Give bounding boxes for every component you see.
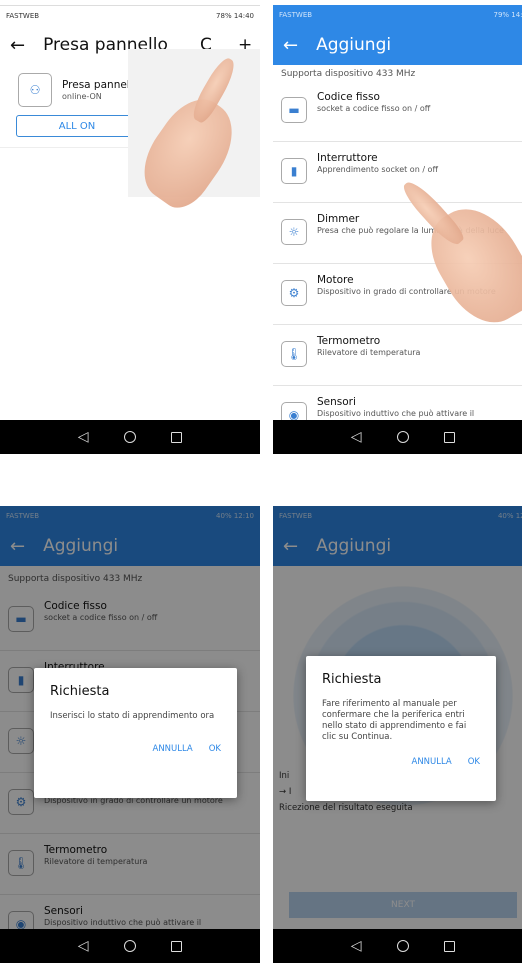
nav-recent-icon[interactable] <box>444 940 456 952</box>
nav-home-icon[interactable] <box>123 431 136 443</box>
nav-bar: ◁ <box>0 420 260 454</box>
carrier: FASTWEB <box>279 11 313 19</box>
dialog-actions: ANNULLA OK <box>322 757 481 767</box>
dialog-title: Richiesta <box>322 672 382 687</box>
nav-back-icon[interactable]: ◁ <box>78 938 89 954</box>
screen-add-dialog: FASTWEB 40% 12:10 ← Aggiungi Supporta di… <box>0 506 260 963</box>
status-info: 78% 14:40 <box>216 11 254 20</box>
nav-back-icon[interactable]: ◁ <box>351 938 362 954</box>
screen-device: FASTWEB 78% 14:40 ← Presa pannello C + ⚇… <box>0 5 260 478</box>
toolbar: ← Aggiungi <box>273 25 522 65</box>
nav-recent-icon[interactable] <box>171 431 183 443</box>
carrier: FASTWEB <box>6 11 40 20</box>
screen-add-list: FASTWEB 79% 14:4 ← Aggiungi Supporta dis… <box>273 5 522 478</box>
dialog-actions: ANNULLA OK <box>50 744 222 754</box>
back-arrow-icon[interactable]: ← <box>10 35 25 56</box>
status-info: 79% 14:4 <box>493 11 522 19</box>
dialog-message: Inserisci lo stato di apprendimento ora <box>50 711 215 721</box>
ok-button[interactable]: OK <box>209 744 221 754</box>
dialog-title: Richiesta <box>50 684 110 699</box>
dialog-message: Fare riferimento al manuale per conferma… <box>322 699 467 743</box>
nav-bar: ◁ <box>0 929 260 963</box>
hand-overlay <box>128 49 260 218</box>
status-bar: FASTWEB 79% 14:4 <box>273 5 522 25</box>
item-desc: Apprendimento socket on / off <box>317 165 438 174</box>
item-title: Termometro <box>317 335 381 347</box>
item-desc: Rilevatore di temperatura <box>317 348 421 357</box>
hand-image <box>128 86 250 218</box>
motor-icon: ⚙ <box>281 280 307 306</box>
request-dialog: Richiesta Inserisci lo stato di apprendi… <box>34 668 237 798</box>
bulb-icon: ☼ <box>281 219 307 245</box>
cancel-button[interactable]: ANNULLA <box>412 757 452 767</box>
back-arrow-icon[interactable]: ← <box>283 35 298 56</box>
nav-back-icon[interactable]: ◁ <box>351 429 362 445</box>
ok-button[interactable]: OK <box>468 757 480 767</box>
socket-icon: ⚇ <box>18 73 52 107</box>
nav-home-icon[interactable] <box>396 940 409 952</box>
nav-bar: ◁ <box>273 929 522 963</box>
nav-recent-icon[interactable] <box>171 940 183 952</box>
item-title: Codice fisso <box>317 91 380 103</box>
switch-icon: ▮ <box>281 158 307 184</box>
nav-home-icon[interactable] <box>396 431 409 443</box>
cancel-button[interactable]: ANNULLA <box>153 744 193 754</box>
item-title: Interruttore <box>317 152 378 164</box>
all-on-button[interactable]: ALL ON <box>16 115 138 137</box>
support-label: Supporta dispositivo 433 MHz <box>281 69 416 79</box>
list-item[interactable]: 🌡 Termometro Rilevatore di temperatura <box>273 325 522 386</box>
list-item[interactable]: ▮ InterruttoreApprendimento socket on / o… <box>273 142 522 203</box>
nav-recent-icon[interactable] <box>444 431 456 443</box>
list-item[interactable]: ▬ Codice fisso socket a codice fisso on / … <box>273 81 522 142</box>
item-desc: socket a codice fisso on / off <box>317 104 431 113</box>
status-bar: FASTWEB 78% 14:40 <box>0 5 260 25</box>
nav-home-icon[interactable] <box>123 940 136 952</box>
thermometer-icon: 🌡 <box>281 341 307 367</box>
nav-bar: ◁ <box>273 420 522 454</box>
nav-back-icon[interactable]: ◁ <box>78 429 89 445</box>
request-dialog: Richiesta Fare riferimento al manuale pe… <box>306 656 496 801</box>
plug-icon: ▬ <box>281 97 307 123</box>
page-title: Aggiungi <box>316 35 392 55</box>
item-title: Sensori <box>317 396 356 408</box>
screen-learning-dialog: FASTWEB 40% 12: ← Aggiungi Ini → I Ricez… <box>273 506 522 963</box>
